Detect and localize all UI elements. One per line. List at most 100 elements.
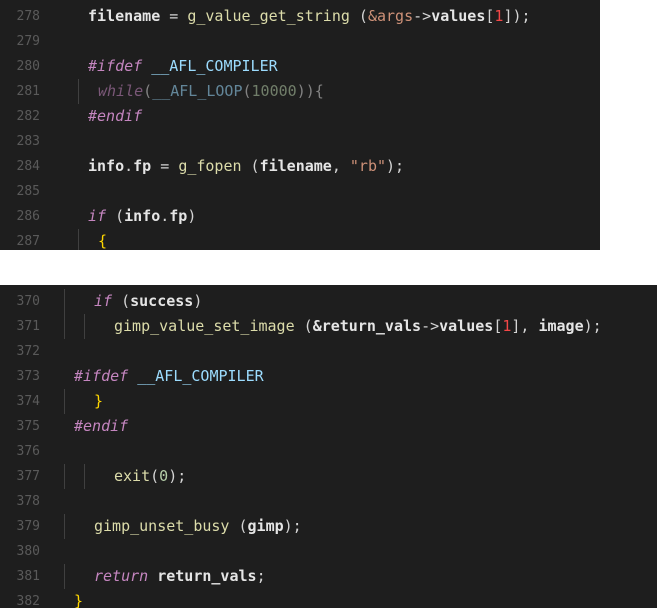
- code-token: 10000: [251, 82, 297, 100]
- code-line[interactable]: 371 gimp_value_set_image (&return_vals->v…: [0, 314, 657, 339]
- code-line[interactable]: 379 gimp_unset_busy (gimp);: [0, 514, 657, 539]
- code-token: gimp_unset_busy: [94, 517, 230, 535]
- code-line[interactable]: 284 info.fp = g_fopen (filename, "rb");: [0, 154, 600, 179]
- code-token: if: [94, 292, 113, 310]
- code-token: info: [88, 157, 125, 175]
- line-number: 374: [16, 394, 40, 409]
- line-number: 382: [16, 594, 40, 608]
- code-line[interactable]: 376: [0, 439, 657, 464]
- code-token: ->: [413, 7, 432, 25]
- code-token: (: [242, 82, 252, 100]
- code-token: (: [150, 467, 160, 485]
- screenshot-stage: 278 filename = g_value_get_string (&args-…: [0, 0, 657, 608]
- code-token: );: [583, 317, 602, 335]
- code-token: return_vals: [157, 567, 257, 585]
- code-line[interactable]: 374}: [0, 389, 657, 414]
- code-token: __AFL_COMPILER: [128, 367, 264, 385]
- code-text: if (success): [94, 289, 202, 314]
- code-text: exit(0);: [114, 464, 186, 489]
- code-line[interactable]: 282 #endif: [0, 104, 600, 129]
- line-number: 285: [16, 184, 40, 199]
- code-text: return return_vals;: [94, 564, 266, 589]
- code-token: (: [229, 517, 248, 535]
- code-line[interactable]: 287 {: [0, 229, 600, 250]
- code-token: gimp_value_set_image: [114, 317, 295, 335]
- code-token: &return_vals: [312, 317, 422, 335]
- code-token: while: [98, 82, 144, 100]
- indent-guide: [64, 464, 65, 489]
- code-token: #ifdef: [74, 367, 129, 385]
- code-token: (: [294, 317, 313, 335]
- code-panel-top[interactable]: 278 filename = g_value_get_string (&args-…: [0, 0, 600, 250]
- code-panel-bottom[interactable]: 370 if (success) 371 gimp_value_set_image (…: [0, 285, 657, 608]
- code-token: fp: [169, 207, 188, 225]
- code-token: ->: [421, 317, 440, 335]
- code-line[interactable]: 375 #endif: [0, 414, 657, 439]
- line-number: 375: [16, 419, 40, 434]
- code-line[interactable]: 373 #ifdef __AFL_COMPILER: [0, 364, 657, 389]
- line-number: 283: [16, 134, 40, 149]
- code-token: "rb": [349, 157, 387, 175]
- indent-guide: [84, 314, 85, 339]
- code-line[interactable]: 286 if (info.fp): [0, 204, 600, 229]
- code-text: }: [94, 389, 103, 414]
- line-number: 280: [16, 59, 40, 74]
- code-text: #ifdef __AFL_COMPILER: [88, 54, 278, 79]
- line-number: 378: [16, 494, 40, 509]
- code-token: filename: [88, 7, 161, 25]
- line-number: 371: [16, 319, 40, 334]
- indent-guide: [78, 229, 79, 250]
- indent-guide: [64, 289, 65, 314]
- code-token: return: [94, 567, 149, 585]
- code-text: #endif: [88, 104, 142, 129]
- code-line[interactable]: 378: [0, 489, 657, 514]
- code-token: (: [143, 82, 153, 100]
- code-line[interactable]: 380: [0, 539, 657, 564]
- code-token: =: [160, 7, 188, 25]
- code-line[interactable]: 278 filename = g_value_get_string (&args-…: [0, 4, 600, 29]
- code-line[interactable]: 370 if (success): [0, 289, 657, 314]
- code-token: image: [538, 317, 584, 335]
- code-line[interactable]: 382}: [0, 589, 657, 608]
- code-token: ],: [511, 317, 539, 335]
- code-text: gimp_value_set_image (&return_vals->valu…: [114, 314, 602, 339]
- code-text: filename = g_value_get_string (&args->va…: [88, 4, 531, 29]
- line-number: 377: [16, 469, 40, 484]
- code-token: values: [431, 7, 486, 25]
- line-number: 279: [16, 34, 40, 49]
- code-line[interactable]: 372: [0, 339, 657, 364]
- code-token: gimp: [247, 517, 284, 535]
- code-line[interactable]: 283: [0, 129, 600, 154]
- code-line[interactable]: 280 #ifdef __AFL_COMPILER: [0, 54, 600, 79]
- code-token: if: [88, 207, 107, 225]
- code-line[interactable]: 279: [0, 29, 600, 54]
- code-line[interactable]: 285: [0, 179, 600, 204]
- indent-guide: [78, 79, 79, 104]
- code-token: }: [74, 592, 84, 608]
- code-token: __AFL_COMPILER: [142, 57, 278, 75]
- code-token: ]);: [503, 7, 531, 25]
- code-line[interactable]: 381 return return_vals;: [0, 564, 657, 589]
- code-text: while(__AFL_LOOP(10000)){: [98, 79, 324, 104]
- code-text: {: [98, 229, 107, 250]
- code-token: )){: [296, 82, 324, 100]
- indent-guide: [64, 314, 65, 339]
- code-token: #endif: [74, 417, 129, 435]
- line-number: 286: [16, 209, 40, 224]
- line-number: 381: [16, 569, 40, 584]
- code-token: .: [124, 157, 134, 175]
- line-number: 278: [16, 9, 40, 24]
- code-token: ): [193, 292, 203, 310]
- code-text: gimp_unset_busy (gimp);: [94, 514, 302, 539]
- code-text: if (info.fp): [88, 204, 196, 229]
- code-line[interactable]: 281 while(__AFL_LOOP(10000)){: [0, 79, 600, 104]
- code-token: (: [241, 157, 260, 175]
- code-token: }: [94, 392, 104, 410]
- line-number: 380: [16, 544, 40, 559]
- code-line[interactable]: 377 exit(0);: [0, 464, 657, 489]
- code-text: #endif: [74, 414, 128, 439]
- line-number: 373: [16, 369, 40, 384]
- code-token: fp: [133, 157, 152, 175]
- indent-guide: [64, 389, 65, 414]
- line-number: 372: [16, 344, 40, 359]
